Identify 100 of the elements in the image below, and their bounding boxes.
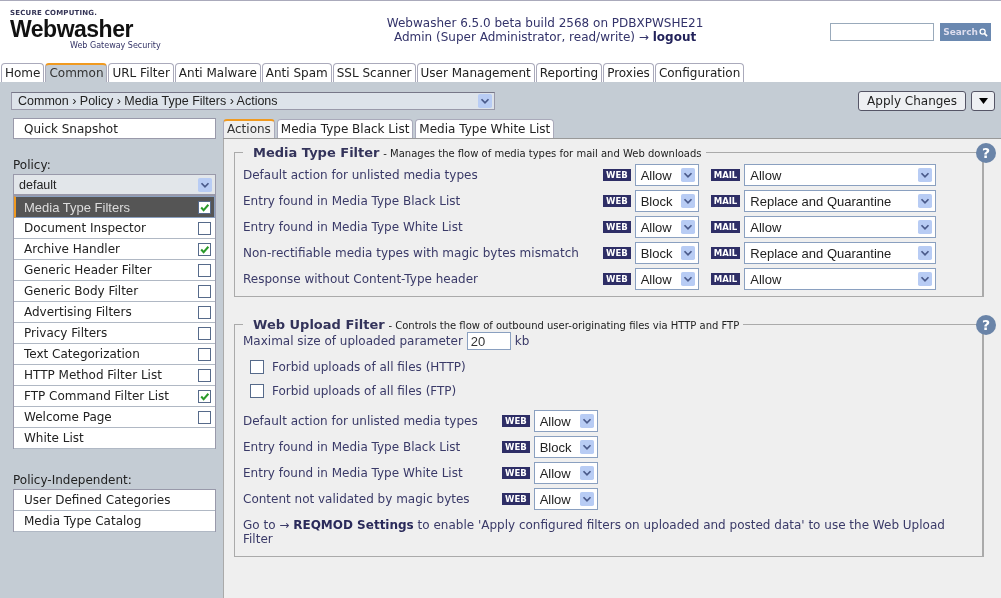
setting-label: Default action for unlisted media types [243, 414, 479, 428]
breadcrumb-dropdown[interactable]: Common › Policy › Media Type Filters › Actions [11, 92, 495, 110]
brand-tagline: Web Gateway Security [70, 41, 162, 50]
sidebar-item[interactable]: Media Type Catalog [14, 511, 215, 532]
setting-label: Entry found in Media Type White List [243, 466, 464, 480]
setting-label: Entry found in Media Type Black List [243, 194, 462, 208]
web-tag: WEB [603, 247, 631, 259]
sidebar-item[interactable]: Generic Header Filter [14, 260, 215, 281]
reqmod-note: Go to → REQMOD Settings to enable 'Apply configured filters on uploaded and posted data' to use the Web Upload Filter [243, 518, 946, 546]
main-tab[interactable]: Common [45, 63, 108, 82]
mail-tag: MAIL [710, 169, 741, 181]
setting-label: Default action for unlisted media types [243, 168, 479, 182]
checkbox[interactable] [198, 263, 211, 277]
web-tag: WEB [603, 221, 631, 233]
checkbox[interactable] [198, 326, 211, 340]
logout-link[interactable]: logout [652, 30, 697, 44]
web-action-dropdown[interactable]: Allow [634, 268, 699, 290]
web-action-dropdown[interactable]: Block [533, 436, 598, 458]
setting-label: Non-rectifiable media types with magic bytes mismatch [243, 246, 580, 260]
web-action-dropdown[interactable]: Block [634, 242, 699, 264]
mail-tag: MAIL [710, 247, 741, 259]
checkbox-label: Forbid uploads of all files (HTTP) [272, 360, 466, 374]
section-title: Media Type Filter [253, 145, 380, 160]
section-title: Web Upload Filter [253, 317, 385, 332]
checkbox[interactable] [198, 200, 211, 214]
web-action-dropdown[interactable]: Allow [634, 164, 699, 186]
main-tab[interactable]: Home [1, 63, 45, 82]
web-tag: WEB [502, 415, 530, 427]
checkbox[interactable] [198, 221, 211, 235]
mail-action-dropdown[interactable]: Allow [744, 216, 937, 238]
checkbox[interactable] [198, 284, 211, 298]
setting-label: Maximal size of uploaded parameter [243, 334, 463, 348]
web-tag: WEB [603, 273, 631, 285]
main-tab[interactable]: Configuration [654, 63, 745, 82]
caret-icon [978, 98, 988, 104]
main-tab[interactable]: Anti Malware [174, 63, 261, 82]
sidebar-item[interactable]: User Defined Categories [14, 490, 215, 511]
user-info: Admin (Super Administrator, read/write) → [393, 30, 649, 44]
setting-label: Response without Content-Type header [243, 272, 479, 286]
checkbox[interactable] [198, 242, 211, 256]
sidebar-item[interactable]: Text Categorization [14, 344, 215, 365]
checkbox[interactable] [198, 368, 211, 382]
quick-snapshot-item[interactable]: Quick Snapshot [13, 118, 216, 139]
section-description: - Controls the flow of outbound user-originating files via HTTP and FTP [388, 320, 740, 331]
web-action-dropdown[interactable]: Allow [533, 462, 598, 484]
reqmod-settings-link[interactable]: REQMOD Settings [293, 518, 414, 532]
sidebar-item[interactable]: Privacy Filters [14, 323, 215, 344]
help-button[interactable]: ? [976, 315, 996, 335]
sidebar-item[interactable]: White List [14, 428, 215, 449]
build-title: Webwasher 6.5.0 beta build 2568 on PDBXPWSHE21 [386, 16, 704, 30]
main-tab[interactable]: URL Filter [108, 63, 174, 82]
policy-dropdown[interactable]: default [13, 174, 216, 195]
mail-tag: MAIL [710, 221, 741, 233]
checkbox[interactable] [250, 360, 264, 374]
sidebar-item[interactable]: Advertising Filters [14, 302, 215, 323]
mail-tag: MAIL [710, 273, 741, 285]
web-tag: WEB [502, 467, 530, 479]
search-field[interactable] [830, 23, 935, 41]
checkbox[interactable] [198, 410, 211, 424]
checkbox[interactable] [198, 305, 211, 319]
section-description: - Manages the flow of media types for mail and Web downloads [383, 148, 702, 159]
sub-tab[interactable]: Media Type Black List [276, 119, 414, 138]
brand-logo: Webwasher [10, 17, 133, 41]
checkbox-label: Forbid uploads of all files (FTP) [272, 384, 457, 398]
web-action-dropdown[interactable]: Allow [533, 488, 598, 510]
sidebar-item[interactable]: HTTP Method Filter List [14, 365, 215, 386]
web-action-dropdown[interactable]: Block [634, 190, 699, 212]
main-tab[interactable]: Reporting [535, 63, 603, 82]
help-button[interactable]: ? [976, 143, 996, 163]
web-tag: WEB [603, 195, 631, 207]
web-action-dropdown[interactable]: Allow [533, 410, 598, 432]
main-tab[interactable]: Proxies [603, 63, 654, 82]
menu-button[interactable] [971, 91, 995, 111]
sidebar-item[interactable]: Document Inspector [14, 218, 215, 239]
size-input-field[interactable]: 20 [466, 332, 511, 350]
sidebar-item[interactable]: Media Type Filters [14, 196, 215, 218]
web-tag: WEB [502, 441, 530, 453]
sidebar-item[interactable]: Archive Handler [14, 239, 215, 260]
mail-action-dropdown[interactable]: Replace and Quarantine [744, 242, 937, 264]
mail-action-dropdown[interactable]: Allow [744, 164, 937, 186]
sidebar-item[interactable]: Welcome Page [14, 407, 215, 428]
setting-label: Entry found in Media Type Black List [243, 440, 462, 454]
mail-action-dropdown[interactable]: Allow [744, 268, 937, 290]
web-tag: WEB [603, 169, 631, 181]
sub-tab[interactable]: Media Type White List [415, 119, 555, 138]
main-tab[interactable]: Anti Spam [261, 63, 332, 82]
sidebar-item[interactable]: FTP Command Filter List [14, 386, 215, 407]
mail-tag: MAIL [710, 195, 741, 207]
checkbox[interactable] [198, 347, 211, 361]
checkbox[interactable] [250, 384, 264, 398]
sub-tab[interactable]: Actions [223, 119, 275, 138]
mail-action-dropdown[interactable]: Replace and Quarantine [744, 190, 937, 212]
setting-label: Entry found in Media Type White List [243, 220, 464, 234]
main-tab[interactable]: User Management [416, 63, 535, 82]
web-action-dropdown[interactable]: Allow [634, 216, 699, 238]
sidebar-item[interactable]: Generic Body Filter [14, 281, 215, 302]
checkbox[interactable] [198, 389, 211, 403]
apply-changes-button[interactable]: Apply Changes [858, 91, 966, 111]
main-tab[interactable]: SSL Scanner [332, 63, 416, 82]
policy-independent-label: Policy-Independent: [13, 473, 133, 487]
